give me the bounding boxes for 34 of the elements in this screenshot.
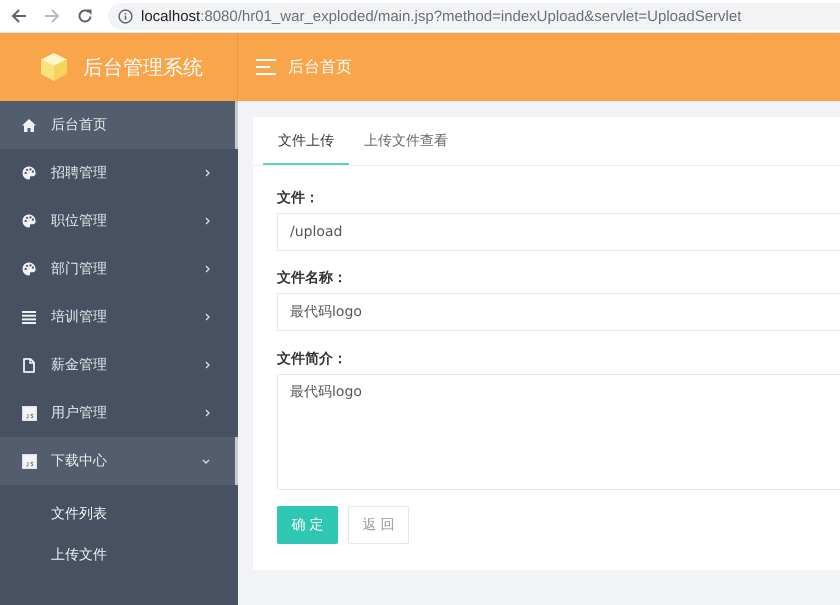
field-label: 文件简介： [277, 350, 348, 369]
submenu-item[interactable]: 文件列表 [0, 494, 238, 535]
sidebar-item[interactable]: 用户管理 [0, 389, 238, 437]
cube-logo-icon [40, 52, 68, 82]
submenu-item[interactable]: 上传文件 [0, 535, 238, 576]
home-icon [22, 118, 36, 132]
textarea-field[interactable]: 最代码logo [277, 374, 840, 490]
document-icon [23, 358, 35, 372]
info-icon[interactable] [118, 8, 133, 24]
js-file-icon [22, 454, 36, 468]
field-label: 文件名称： [277, 269, 348, 288]
palette-icon [22, 214, 36, 228]
field-label: 文件： [277, 189, 320, 208]
input-field[interactable]: 最代码logo [277, 293, 840, 331]
back-button[interactable] [10, 7, 28, 25]
palette-icon [22, 262, 36, 276]
input-field[interactable]: /upload [277, 213, 840, 251]
address-bar[interactable]: localhost:8080/hr01_war_exploded/main.jsp?method=indexUpload&servlet=UploadServlet [108, 2, 840, 30]
sidebar-item[interactable]: 后台首页 [0, 101, 238, 149]
sidebar-item[interactable]: 职位管理 [0, 197, 238, 245]
sidebar-item[interactable]: 培训管理 [0, 293, 238, 341]
list-icon [22, 310, 36, 324]
tab[interactable]: 文件上传 [263, 117, 349, 165]
url-text: localhost:8080/hr01_war_exploded/main.jsp?method=indexUpload&servlet=UploadServlet [141, 8, 742, 24]
tab[interactable]: 上传文件查看 [349, 117, 463, 165]
sidebar-item[interactable]: 薪金管理 [0, 341, 238, 389]
palette-icon [22, 166, 36, 180]
breadcrumb-title: 后台首页 [288, 56, 352, 78]
js-file-icon [22, 406, 36, 420]
app-title: 后台管理系统 [83, 54, 203, 80]
sidebar-item[interactable]: 招聘管理 [0, 149, 238, 197]
sidebar-item[interactable]: 下载中心 [0, 437, 238, 485]
sidebar-item[interactable]: 部门管理 [0, 245, 238, 293]
reload-button[interactable] [76, 7, 94, 25]
